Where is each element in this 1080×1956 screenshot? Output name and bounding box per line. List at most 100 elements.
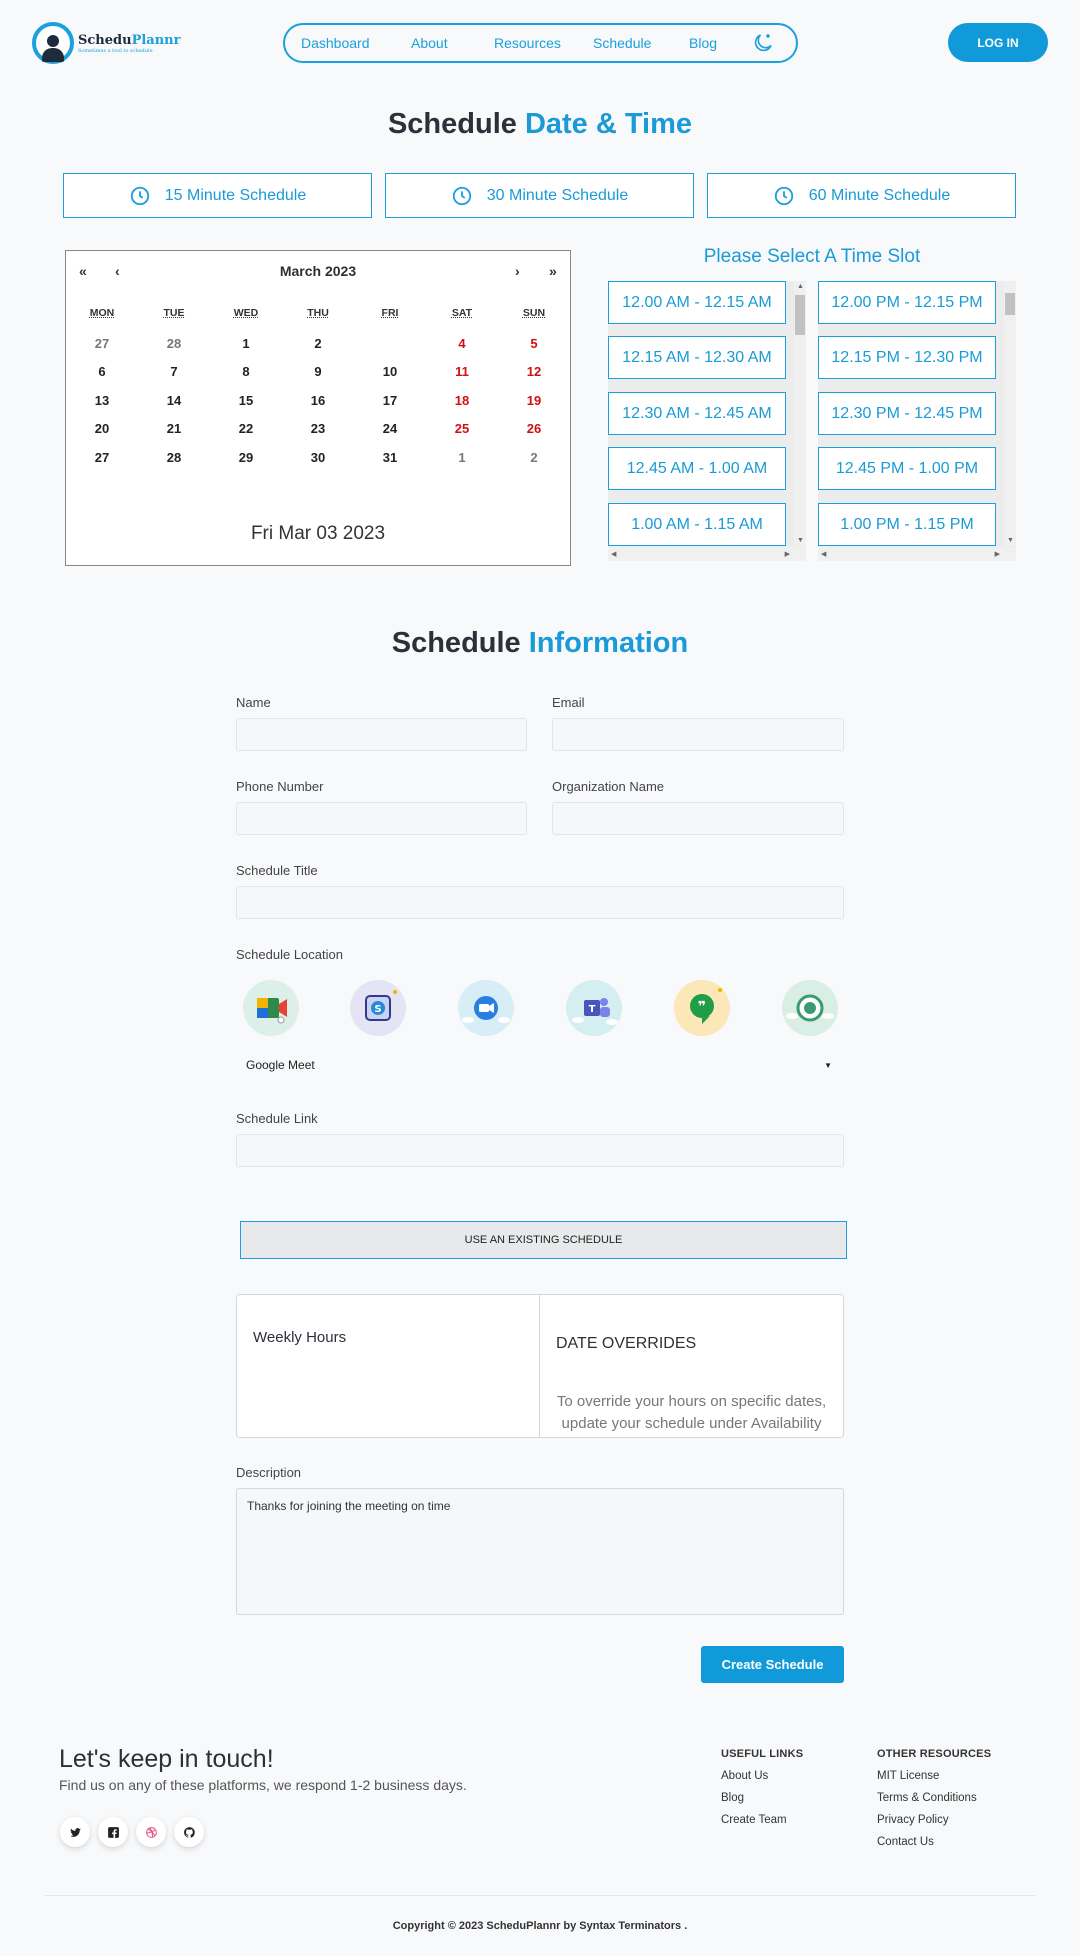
email-input[interactable] (552, 718, 844, 751)
vertical-scrollbar[interactable]: ▼ (1004, 281, 1016, 546)
calendar-day[interactable]: 24 (354, 421, 426, 436)
footer-link-terms[interactable]: Terms & Conditions (877, 1792, 977, 1804)
nav-schedule[interactable]: Schedule (593, 35, 689, 51)
vertical-scrollbar[interactable]: ▲ ▼ (794, 281, 806, 546)
last-month-button[interactable]: » (549, 263, 557, 279)
calendar-day[interactable]: 27 (66, 336, 138, 351)
calendar-day[interactable]: 28 (138, 336, 210, 351)
calendar-day[interactable]: 20 (66, 421, 138, 436)
timeslot-list-pm[interactable]: 12.00 PM - 12.15 PM 12.15 PM - 12.30 PM … (818, 281, 1016, 561)
calendar-day[interactable]: 2 (282, 336, 354, 351)
calendar-day[interactable]: 4 (426, 336, 498, 351)
scroll-left-icon[interactable]: ◀ (611, 550, 616, 558)
calendar-day[interactable]: 27 (66, 450, 138, 465)
calendar-day[interactable]: 15 (210, 393, 282, 408)
calendar-day[interactable]: 17 (354, 393, 426, 408)
teams-icon[interactable]: T (566, 980, 622, 1036)
duration-60-button[interactable]: 60 Minute Schedule (707, 173, 1016, 218)
timeslot-button[interactable]: 12.00 AM - 12.15 AM (608, 281, 786, 324)
timeslot-button[interactable]: 12.30 AM - 12.45 AM (608, 392, 786, 435)
timeslot-button[interactable]: 1.00 AM - 1.15 AM (608, 503, 786, 546)
calendar-day[interactable]: 6 (66, 364, 138, 379)
footer-link-license[interactable]: MIT License (877, 1770, 939, 1782)
duration-15-button[interactable]: 15 Minute Schedule (63, 173, 372, 218)
login-button[interactable]: LOG IN (948, 23, 1048, 62)
calendar-day[interactable]: 26 (498, 421, 570, 436)
calendar-day[interactable]: 30 (282, 450, 354, 465)
scroll-right-icon[interactable]: ▶ (995, 550, 1000, 558)
calendar-day[interactable]: 13 (66, 393, 138, 408)
phone-input[interactable] (236, 802, 527, 835)
calendar-day[interactable]: 12 (498, 364, 570, 379)
hangouts-icon[interactable]: ❞ (674, 980, 730, 1036)
next-month-button[interactable]: › (515, 263, 520, 279)
calendar-day[interactable]: 2 (498, 450, 570, 465)
calendar-day[interactable]: 7 (138, 364, 210, 379)
footer-link-privacy[interactable]: Privacy Policy (877, 1814, 949, 1826)
timeslot-button[interactable]: 1.00 PM - 1.15 PM (818, 503, 996, 546)
zoom-icon[interactable] (458, 980, 514, 1036)
timeslot-button[interactable]: 12.15 PM - 12.30 PM (818, 336, 996, 379)
google-meet-icon[interactable] (243, 980, 299, 1036)
calendar-day[interactable]: 9 (282, 364, 354, 379)
github-icon[interactable] (174, 1817, 204, 1847)
scrollbar-thumb[interactable] (795, 295, 805, 335)
name-input[interactable] (236, 718, 527, 751)
footer-link-blog[interactable]: Blog (721, 1792, 744, 1804)
use-existing-schedule-button[interactable]: USE AN EXISTING SCHEDULE (240, 1221, 847, 1259)
twitter-icon[interactable] (60, 1817, 90, 1847)
horizontal-scrollbar[interactable]: ◀ ▶ (608, 547, 806, 561)
nav-resources[interactable]: Resources (494, 35, 593, 51)
org-input[interactable] (552, 802, 844, 835)
scrollbar-thumb[interactable] (1005, 293, 1015, 315)
timeslot-button[interactable]: 12.30 PM - 12.45 PM (818, 392, 996, 435)
calendar-day[interactable]: 8 (210, 364, 282, 379)
nav-blog[interactable]: Blog (689, 35, 751, 51)
scroll-down-icon[interactable]: ▼ (1007, 537, 1014, 544)
calendar-day[interactable]: 11 (426, 364, 498, 379)
calendar-day[interactable]: 18 (426, 393, 498, 408)
description-textarea[interactable]: Thanks for joining the meeting on time (236, 1488, 844, 1615)
location-select[interactable]: Google Meet ▼ (236, 1053, 844, 1077)
footer-link-contact[interactable]: Contact Us (877, 1836, 934, 1848)
nav-about[interactable]: About (411, 35, 494, 51)
footer-link-create-team[interactable]: Create Team (721, 1814, 787, 1826)
link-input[interactable] (236, 1134, 844, 1167)
duration-30-button[interactable]: 30 Minute Schedule (385, 173, 694, 218)
calendar-day[interactable]: 31 (354, 450, 426, 465)
calendar-day[interactable]: 1 (210, 336, 282, 351)
timeslot-button[interactable]: 12.00 PM - 12.15 PM (818, 281, 996, 324)
skype-icon[interactable]: S (350, 980, 406, 1036)
calendar-day[interactable]: 23 (282, 421, 354, 436)
dribbble-icon[interactable] (136, 1817, 166, 1847)
calendar-day-selected[interactable]: 3 (354, 336, 426, 351)
timeslot-button[interactable]: 12.45 PM - 1.00 PM (818, 447, 996, 490)
timeslot-button[interactable]: 12.45 AM - 1.00 AM (608, 447, 786, 490)
calendar-day[interactable]: 16 (282, 393, 354, 408)
create-schedule-button[interactable]: Create Schedule (701, 1646, 844, 1683)
scroll-left-icon[interactable]: ◀ (821, 550, 826, 558)
scroll-right-icon[interactable]: ▶ (785, 550, 790, 558)
calendar-day[interactable]: 21 (138, 421, 210, 436)
footer-link-about[interactable]: About Us (721, 1770, 768, 1782)
scroll-down-icon[interactable]: ▼ (797, 537, 804, 544)
calendar-day[interactable]: 19 (498, 393, 570, 408)
schedule-title-input[interactable] (236, 886, 844, 919)
facebook-icon[interactable] (98, 1817, 128, 1847)
calendar-day[interactable]: 14 (138, 393, 210, 408)
nav-dashboard[interactable]: Dashboard (301, 35, 411, 51)
calendar-day[interactable]: 29 (210, 450, 282, 465)
whatsapp-icon[interactable] (782, 980, 838, 1036)
timeslot-list-am[interactable]: 12.00 AM - 12.15 AM 12.15 AM - 12.30 AM … (608, 281, 806, 561)
calendar-day[interactable]: 22 (210, 421, 282, 436)
scroll-up-icon[interactable]: ▲ (797, 283, 804, 290)
dark-mode-icon[interactable] (751, 31, 775, 55)
calendar-day[interactable]: 28 (138, 450, 210, 465)
logo[interactable]: ScheduPlannr Sometimes a tool to schedul… (32, 22, 180, 64)
calendar-day[interactable]: 25 (426, 421, 498, 436)
timeslot-button[interactable]: 12.15 AM - 12.30 AM (608, 336, 786, 379)
calendar-day[interactable]: 10 (354, 364, 426, 379)
calendar-day[interactable]: 1 (426, 450, 498, 465)
horizontal-scrollbar[interactable]: ◀ ▶ (818, 547, 1016, 561)
calendar-day[interactable]: 5 (498, 336, 570, 351)
